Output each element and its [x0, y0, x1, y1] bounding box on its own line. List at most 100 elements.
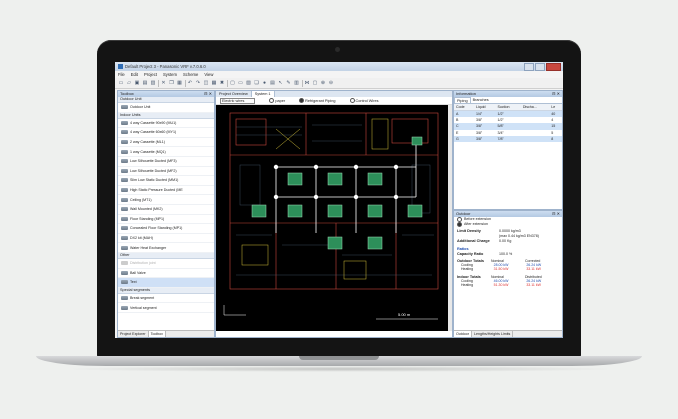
layer-options: Electric wires paper Refrigerant Piping … — [216, 97, 452, 105]
toolbox-bottom-tabs: Project Explorer Toolbox — [118, 330, 214, 337]
toolbox-title: Toolbox — [120, 91, 134, 96]
toolbox-item-indoor[interactable]: Wall Mounted (MK2) — [118, 205, 214, 215]
toolbox-item-indoor[interactable]: 4 way Cassette 90x90 (MU1) — [118, 119, 214, 129]
toolbox-item-outdoor-unit[interactable]: Outdoor Unit — [118, 103, 214, 113]
menu-project[interactable]: Project — [144, 72, 157, 77]
toolbox-item-indoor[interactable]: 2 way Cassette (ML1) — [118, 138, 214, 148]
toolbox-item-indoor[interactable]: High Static Pressure Ducted (ME — [118, 186, 214, 196]
outdoor-heating-row: Heating 31.50 kW 33.11 kW — [461, 267, 541, 271]
tab-project-explorer[interactable]: Project Explorer — [118, 331, 149, 337]
book-icon[interactable]: ▥ — [294, 80, 300, 86]
menu-system[interactable]: System — [163, 72, 177, 77]
delete-icon[interactable]: ✖ — [219, 80, 225, 86]
toolbox-item-indoor[interactable]: 1 way Cassette (MQ1) — [118, 147, 214, 157]
additional-charge-row: Additional Charge 0.00 Kg — [457, 239, 512, 243]
toolbox-item-indoor[interactable]: DX2 kit (MAH) — [118, 234, 214, 244]
tab-piping[interactable]: Piping — [454, 97, 471, 103]
screen-icon[interactable]: ▭ — [238, 80, 244, 86]
tab-project-overview[interactable]: Project Overview — [216, 91, 252, 97]
indoor-heating-row: Heating 51.30 kW 33.11 kW — [461, 283, 541, 287]
table-row[interactable]: G 3/8" 7/8" 8 — [454, 135, 562, 142]
toolbox-item-indoor[interactable]: Concealed Floor Standing (MP1) — [118, 224, 214, 234]
laptop-lid: Default Project 3 - Panasonic VRF v.7.0.… — [97, 40, 581, 358]
toolbox-item-special[interactable]: Vertical segment — [118, 303, 214, 313]
option-control-wires[interactable]: Control Wires — [349, 98, 379, 103]
maximize-button[interactable] — [535, 63, 545, 71]
menu-view[interactable]: View — [204, 72, 213, 77]
copy-icon[interactable]: ❐ — [169, 80, 175, 86]
ball-valve-icon — [121, 270, 128, 275]
copy-drawing-icon[interactable]: ❏ — [254, 80, 260, 86]
toolbox-item-other[interactable]: Ball Valve — [118, 269, 214, 279]
pin-icon[interactable]: ⊟ ✕ — [552, 91, 560, 97]
toolbox-item-special[interactable]: Break segment — [118, 294, 214, 304]
cut-icon[interactable]: ✕ — [161, 80, 167, 86]
toolbox-item-indoor[interactable]: Floor Standing (MP1) — [118, 215, 214, 225]
vertical-scrollbar[interactable] — [448, 105, 452, 331]
open-folder-icon[interactable]: ▱ — [126, 80, 132, 86]
redo-icon[interactable]: ↷ — [195, 80, 201, 86]
drawing-document: Project Overview System 1 Electric wires… — [215, 90, 453, 338]
outdoor-panel: Outdoor ⊟ ✕ Before extension After exten… — [453, 210, 563, 338]
save-as-icon[interactable]: ▤ — [142, 80, 148, 86]
title-bar: Default Project 3 - Panasonic VRF v.7.0.… — [115, 62, 563, 71]
radio-icon — [457, 222, 462, 227]
close-button[interactable] — [546, 63, 561, 71]
table-icon[interactable]: ▤ — [270, 80, 276, 86]
floor-unit-icon — [121, 216, 128, 221]
ducted-unit-icon — [121, 168, 128, 173]
new-file-icon[interactable]: ▭ — [118, 80, 124, 86]
toolbox-panel: Toolbox ⊟ ✕ Outdoor Unit Outdoor Unit In… — [117, 90, 215, 338]
menu-file[interactable]: File — [118, 72, 125, 77]
toolbox-item-other[interactable]: Text — [118, 278, 214, 288]
option-refrigerant-piping[interactable]: Refrigerant Piping — [299, 98, 336, 103]
zoom-out-icon[interactable]: ⊖ — [328, 80, 334, 86]
cassette-icon — [121, 140, 128, 145]
toolbox-item-indoor[interactable]: Water Heat Exchanger — [118, 243, 214, 253]
toolbox-item-indoor[interactable]: Low Silhouette Ducted (MF2) — [118, 167, 214, 177]
toolbox-item-indoor[interactable]: Slim Low Static Ducted (MM1) — [118, 176, 214, 186]
window-icon[interactable]: ▢ — [312, 80, 318, 86]
toolbox-item-indoor[interactable]: Ceiling (MT1) — [118, 195, 214, 205]
break-segment-icon — [121, 295, 128, 300]
tab-system-1[interactable]: System 1 — [251, 91, 275, 97]
camera-icon — [335, 47, 340, 52]
undo-icon[interactable]: ↶ — [187, 80, 193, 86]
pin-icon[interactable]: ⊟ ✕ — [204, 91, 212, 97]
layer-select[interactable]: Electric wires — [220, 97, 256, 104]
zoom-fit-icon[interactable]: ◫ — [203, 80, 209, 86]
pointer-icon[interactable]: ↖ — [278, 80, 284, 86]
toolbox-item-indoor[interactable]: Low Silhouette Ducted (MF3) — [118, 157, 214, 167]
color-icon[interactable]: ● — [262, 80, 268, 86]
branch-icon[interactable]: ⋈ — [304, 80, 310, 86]
layers-icon[interactable]: ▧ — [246, 80, 252, 86]
floor-plan-canvas[interactable]: 5.00 m — [216, 105, 452, 331]
menu-edit[interactable]: Edit — [131, 72, 138, 77]
radio-after-extension[interactable]: After extension — [454, 222, 562, 227]
grid-icon[interactable]: ▦ — [211, 80, 217, 86]
table-row[interactable]: A 1/4" 1/2" 40 — [454, 110, 562, 118]
ducted-unit-icon — [121, 159, 128, 164]
save-icon[interactable]: ▣ — [134, 80, 140, 86]
tab-lengths-heights[interactable]: Lengths/Heights Limits — [472, 331, 514, 337]
floor-unit-icon — [121, 226, 128, 231]
zoom-in-icon[interactable]: ⊕ — [320, 80, 326, 86]
rectangle-icon[interactable]: ▢ — [230, 80, 236, 86]
tab-toolbox[interactable]: Toolbox — [148, 331, 166, 337]
toolbox-item-indoor[interactable]: 4 way Cassette 60x60 (MY1) — [118, 128, 214, 138]
tab-branches[interactable]: Branches — [471, 97, 491, 103]
distribution-joint-icon — [121, 261, 128, 266]
option-paper[interactable]: paper — [269, 98, 285, 103]
capacity-ratio-row: Capacity Ratio 100.0 % — [457, 252, 513, 256]
pencil-icon[interactable]: ✎ — [286, 80, 292, 86]
radio-icon — [349, 98, 355, 103]
paste-icon[interactable]: ▦ — [177, 80, 183, 86]
pin-icon[interactable]: ⊟ ✕ — [552, 211, 560, 217]
minimize-button[interactable] — [524, 63, 534, 71]
radio-icon — [269, 98, 275, 103]
toolbox-item-other[interactable]: Distribution joint — [118, 259, 214, 269]
laptop-notch — [299, 356, 379, 360]
menu-scheme[interactable]: Scheme — [183, 72, 198, 77]
print-icon[interactable]: ▥ — [150, 80, 156, 86]
tab-outdoor[interactable]: Outdoor — [454, 331, 472, 337]
